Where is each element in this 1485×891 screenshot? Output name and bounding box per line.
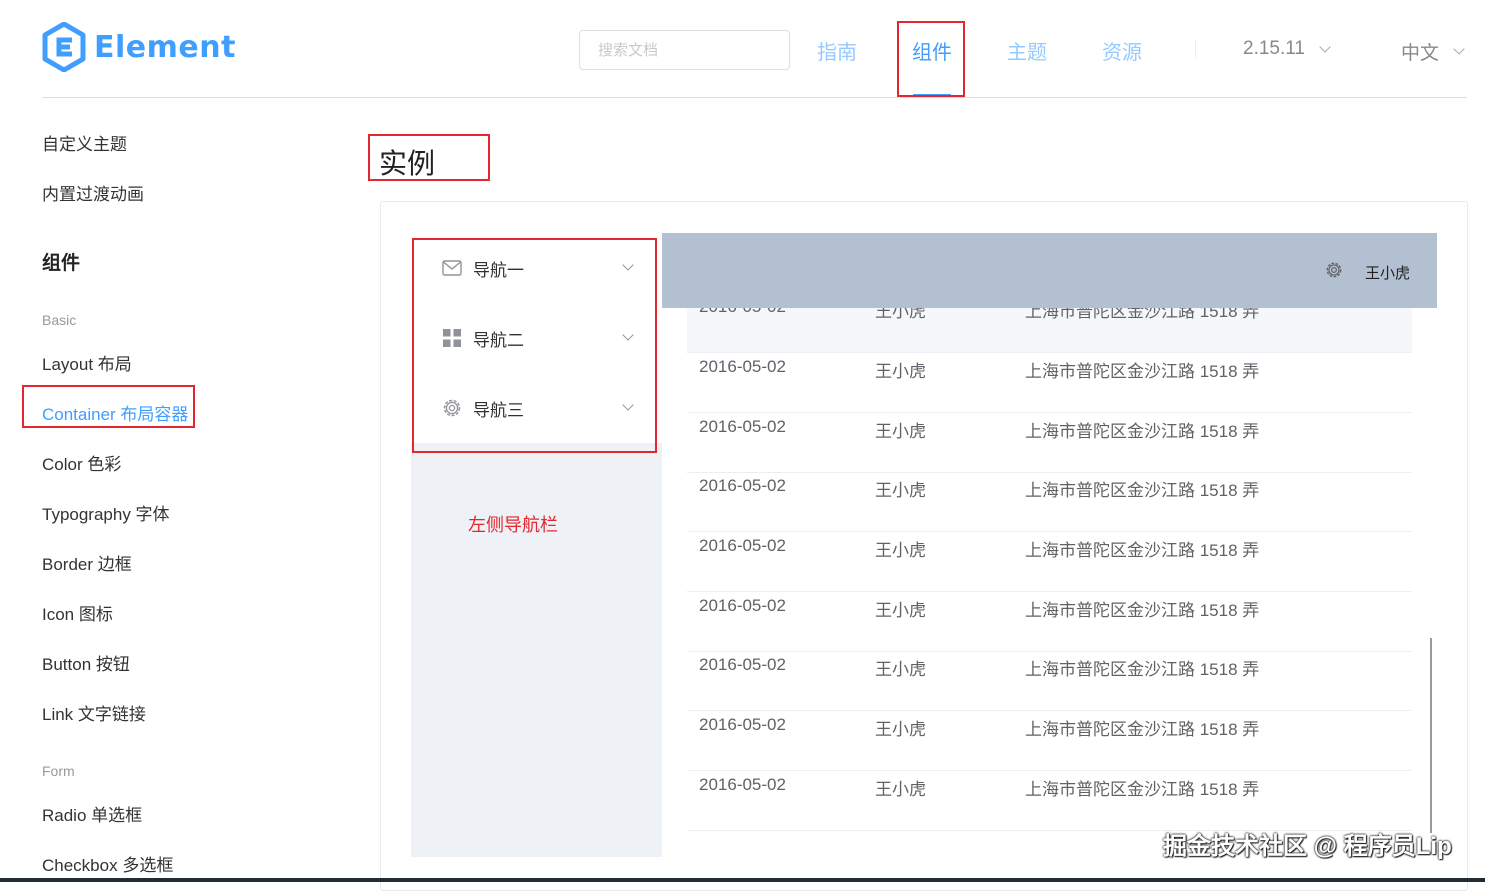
language-label: 中文 (1401, 43, 1440, 64)
header-divider (42, 97, 1467, 98)
cell-date: 2016-05-02 (699, 308, 786, 317)
sidebar-item-layout[interactable]: Layout 布局 (42, 350, 132, 375)
version-label: 2.15.11 (1243, 38, 1305, 59)
sidebar-item-border[interactable]: Border 边框 (42, 550, 132, 575)
cell-date: 2016-05-02 (699, 775, 786, 794)
language-select[interactable]: 中文 (1401, 38, 1465, 65)
cell-name: 王小虎 (875, 308, 926, 321)
cell-name: 王小虎 (875, 660, 926, 679)
cell-date: 2016-05-02 (699, 715, 786, 734)
demo-header-bar: 王小虎 (662, 233, 1437, 308)
sidebar-item-icon[interactable]: Icon 图标 (42, 600, 113, 625)
cell-name: 王小虎 (875, 422, 926, 441)
table-row: 2016-05-02 王小虎 上海市普陀区金沙江路 1518 弄 (687, 532, 1412, 592)
version-select[interactable]: 2.15.11 (1243, 38, 1331, 60)
watermark: 掘金技术社区 @ 程序员Lip (1163, 833, 1452, 860)
table-row: 2016-05-02 王小虎 上海市普陀区金沙江路 1518 弄 (687, 308, 1412, 353)
cell-date: 2016-05-02 (699, 655, 786, 674)
logo-text: Element (94, 29, 236, 65)
cell-name: 王小虎 (875, 362, 926, 381)
sidebar-category-basic: Basic (42, 312, 77, 328)
user-name: 王小虎 (1365, 265, 1411, 282)
chevron-down-icon (1319, 40, 1331, 53)
search-input[interactable] (579, 30, 790, 70)
sidebar-item-link[interactable]: Link 文字链接 (42, 700, 146, 725)
cell-address: 上海市普陀区金沙江路 1518 弄 (1025, 780, 1260, 799)
element-logo-icon (42, 22, 86, 72)
bottom-strip (0, 878, 1485, 882)
cell-address: 上海市普陀区金沙江路 1518 弄 (1025, 308, 1260, 321)
sidebar-item-color[interactable]: Color 色彩 (42, 450, 121, 475)
cell-name: 王小虎 (875, 780, 926, 799)
nav-guide[interactable]: 指南 (817, 36, 857, 65)
cell-date: 2016-05-02 (699, 596, 786, 615)
cell-date: 2016-05-02 (699, 417, 786, 436)
cell-address: 上海市普陀区金沙江路 1518 弄 (1025, 541, 1260, 560)
annotation-left-nav: 左侧导航栏 (468, 515, 558, 535)
nav-resource[interactable]: 资源 (1102, 36, 1142, 65)
table-row: 2016-05-02 王小虎 上海市普陀区金沙江路 1518 弄 (687, 472, 1412, 532)
cell-address: 上海市普陀区金沙江路 1518 弄 (1025, 362, 1260, 381)
nav-divider (1195, 40, 1196, 58)
cell-date: 2016-05-02 (699, 536, 786, 555)
table-scrollbar[interactable] (1430, 638, 1432, 833)
chevron-down-icon (1453, 43, 1465, 55)
setting-icon[interactable] (1325, 261, 1343, 284)
sidebar-item-typography[interactable]: Typography 字体 (42, 500, 170, 525)
demo-table: 2016-05-02王小虎上海市普陀区金沙江路 1518 弄 2016-05-0… (687, 308, 1412, 831)
top-header: Element 指南 组件 主题 资源 2.15.11 中文 (0, 0, 1485, 98)
highlight-box-section-title (368, 134, 490, 181)
cell-address: 上海市普陀区金沙江路 1518 弄 (1025, 601, 1260, 620)
cell-address: 上海市普陀区金沙江路 1518 弄 (1025, 720, 1260, 739)
table-row: 2016-05-02 王小虎 上海市普陀区金沙江路 1518 弄 (687, 651, 1412, 711)
cell-name: 王小虎 (875, 541, 926, 560)
nav-theme[interactable]: 主题 (1007, 36, 1047, 65)
cell-address: 上海市普陀区金沙江路 1518 弄 (1025, 422, 1260, 441)
cell-name: 王小虎 (875, 481, 926, 500)
table-row: 2016-05-02 王小虎 上海市普陀区金沙江路 1518 弄 (687, 413, 1412, 473)
sidebar-group-title: 组件 (42, 253, 81, 274)
cell-address: 上海市普陀区金沙江路 1518 弄 (1025, 660, 1260, 679)
highlight-box-nav-component (897, 21, 965, 97)
cell-date: 2016-05-02 (699, 357, 786, 376)
sidebar-item-button[interactable]: Button 按钮 (42, 650, 130, 675)
table-row: 2016-05-02 王小虎 上海市普陀区金沙江路 1518 弄 (687, 771, 1412, 831)
sidebar-item-custom-theme[interactable]: 自定义主题 (42, 130, 127, 155)
cell-address: 上海市普陀区金沙江路 1518 弄 (1025, 481, 1260, 500)
cell-date: 2016-05-02 (699, 476, 786, 495)
table-row: 2016-05-02 王小虎 上海市普陀区金沙江路 1518 弄 (687, 353, 1412, 413)
highlight-box-menu (412, 238, 657, 453)
sidebar-item-transition[interactable]: 内置过渡动画 (42, 180, 144, 205)
table-row: 2016-05-02 王小虎 上海市普陀区金沙江路 1518 弄 (687, 592, 1412, 652)
highlight-box-container (22, 385, 195, 428)
sidebar-category-form: Form (42, 763, 75, 779)
table-row: 2016-05-02 王小虎 上海市普陀区金沙江路 1518 弄 (687, 711, 1412, 771)
cell-name: 王小虎 (875, 601, 926, 620)
element-logo[interactable]: Element (42, 22, 236, 72)
sidebar-item-checkbox[interactable]: Checkbox 多选框 (42, 851, 173, 876)
sidebar-item-radio[interactable]: Radio 单选框 (42, 801, 142, 826)
cell-name: 王小虎 (875, 720, 926, 739)
